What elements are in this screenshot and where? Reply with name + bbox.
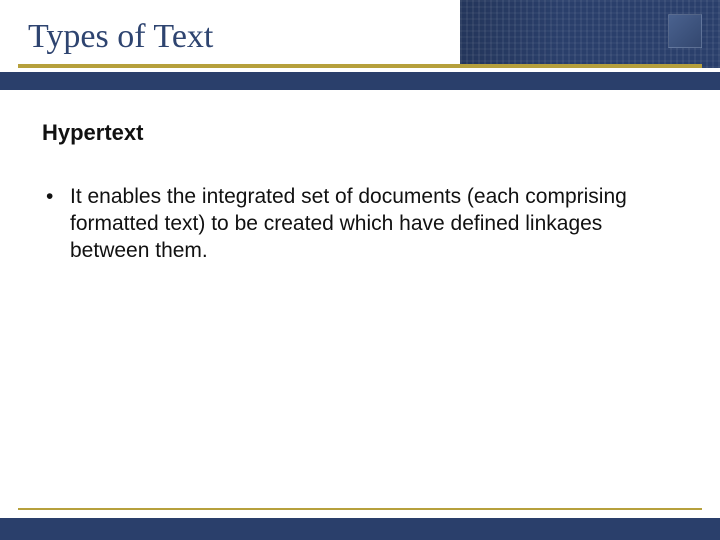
slide-title: Types of Text — [28, 18, 213, 56]
footer-bar — [0, 518, 720, 540]
title-underline — [18, 64, 702, 68]
chip-icon — [668, 14, 702, 48]
list-item: It enables the integrated set of documen… — [42, 184, 660, 265]
header-decorative-graphic — [460, 0, 720, 68]
header-band — [0, 72, 720, 90]
footer-thin-line — [18, 508, 702, 510]
slide-subheading: Hypertext — [42, 120, 660, 146]
slide-content: Hypertext It enables the integrated set … — [42, 120, 660, 265]
bullet-list: It enables the integrated set of documen… — [42, 184, 660, 265]
bullet-text: It enables the integrated set of documen… — [70, 185, 627, 262]
slide-footer — [0, 508, 720, 540]
slide-header: Types of Text — [0, 0, 720, 88]
